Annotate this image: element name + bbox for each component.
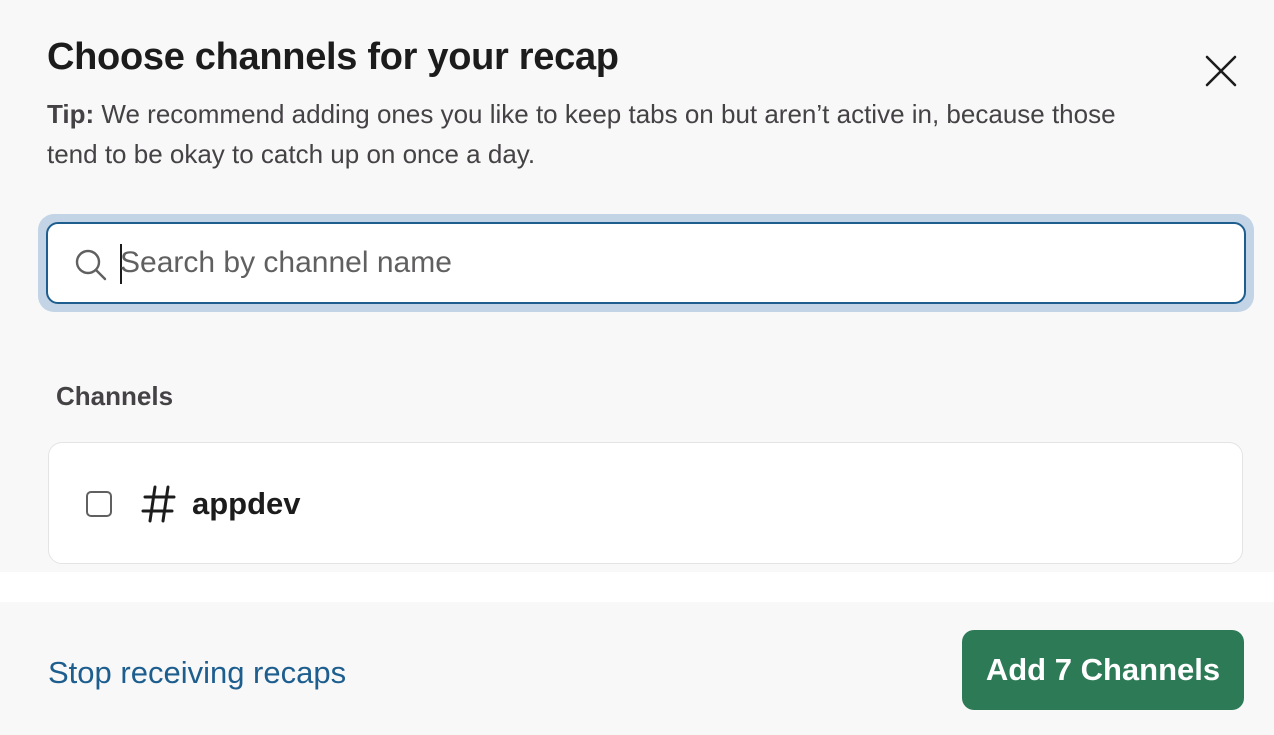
channels-section-label: Channels xyxy=(56,381,174,411)
tip-text: Tip: We recommend adding ones you like t… xyxy=(47,94,1167,174)
stop-receiving-recaps-link[interactable]: Stop receiving recaps xyxy=(48,652,346,694)
modal-title: Choose channels for your recap xyxy=(47,36,619,78)
channel-list-item[interactable]: appdev xyxy=(48,442,1243,564)
list-footer-gap xyxy=(0,572,1274,602)
tip-body: We recommend adding ones you like to kee… xyxy=(47,99,1116,169)
close-icon xyxy=(1205,55,1237,87)
add-channels-button[interactable]: Add 7 Channels xyxy=(962,630,1244,710)
search-icon xyxy=(75,249,107,281)
channel-name: appdev xyxy=(192,486,301,521)
hash-icon xyxy=(141,485,176,523)
channel-checkbox[interactable] xyxy=(86,491,112,517)
search-input[interactable] xyxy=(120,224,1220,302)
close-button[interactable] xyxy=(1196,46,1246,96)
search-field[interactable] xyxy=(46,222,1246,304)
recap-channels-modal: Choose channels for your recap Tip: We r… xyxy=(0,0,1274,735)
tip-label: Tip: xyxy=(47,99,95,129)
